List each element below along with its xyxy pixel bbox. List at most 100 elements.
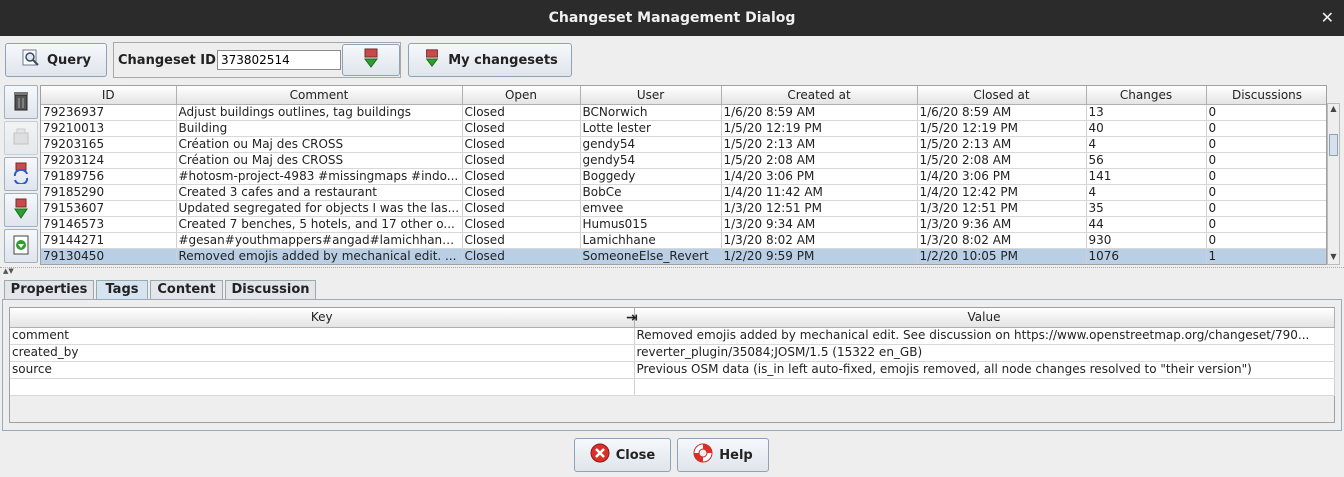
changesets-body: 79236937 Adjust buildings outlines, tag b… bbox=[41, 104, 1326, 264]
col-header-open[interactable]: Open bbox=[462, 86, 581, 105]
cell-id: 79236937 bbox=[41, 104, 177, 121]
cell-user: Boggedy bbox=[580, 168, 722, 185]
cell-user: gendy54 bbox=[580, 152, 722, 169]
table-row[interactable]: 79203124 Création ou Maj des CROSS Closed g… bbox=[41, 152, 1326, 169]
cell-closed-at: 1/3/20 9:36 AM bbox=[917, 216, 1087, 233]
cell-open: Closed bbox=[462, 184, 581, 201]
changeset-id-group: Changeset ID: bbox=[113, 42, 401, 78]
tags-table: Key ⇥ Value comment Removed emojis added … bbox=[9, 307, 1335, 423]
my-changesets-button[interactable]: My changesets bbox=[408, 43, 572, 77]
query-button[interactable]: Query bbox=[5, 43, 107, 77]
tab-properties[interactable]: Properties bbox=[4, 280, 94, 300]
col-header-id[interactable]: ID bbox=[41, 86, 177, 105]
col-header-changes[interactable]: Changes bbox=[1086, 86, 1207, 105]
cell-discussions: 0 bbox=[1206, 184, 1326, 201]
query-button-label: Query bbox=[46, 52, 91, 68]
changeset-id-input[interactable] bbox=[217, 50, 341, 70]
cell-open: Closed bbox=[462, 168, 581, 185]
table-row[interactable]: 79153607 Updated segregated for objects I… bbox=[41, 200, 1326, 217]
col-header-comment[interactable]: Comment bbox=[176, 86, 463, 105]
cell-created-at: 1/2/20 9:59 PM bbox=[721, 248, 918, 264]
cell-user: emvee bbox=[580, 200, 722, 217]
help-button[interactable]: Help bbox=[677, 438, 769, 472]
help-button-label: Help bbox=[719, 447, 753, 463]
table-row[interactable]: 79189756 #hotosm-project-4983 #missingmap… bbox=[41, 168, 1326, 185]
cell-closed-at: 1/3/20 12:51 PM bbox=[917, 200, 1087, 217]
col-header-closed-at[interactable]: Closed at bbox=[917, 86, 1087, 105]
cell-discussions: 1 bbox=[1206, 248, 1326, 264]
tags-panel: Key ⇥ Value comment Removed emojis added … bbox=[2, 299, 1342, 431]
cell-user: Lotte lester bbox=[580, 120, 722, 137]
cell-changes: 930 bbox=[1086, 232, 1207, 249]
col-header-created-at[interactable]: Created at bbox=[721, 86, 918, 105]
download-selected-button[interactable] bbox=[4, 193, 38, 227]
tag-row[interactable]: source Previous OSM data (is_in left auto… bbox=[10, 361, 1335, 379]
tag-value: reverter_plugin/35084;JOSM/1.5 (15322 en… bbox=[634, 344, 1335, 362]
tab-discussion[interactable]: Discussion bbox=[225, 280, 316, 300]
col-header-key[interactable]: Key ⇥ bbox=[10, 308, 638, 328]
cell-closed-at: 1/5/20 2:13 AM bbox=[917, 136, 1087, 153]
changesets-scrollbar[interactable]: ▲ ▼ bbox=[1327, 103, 1340, 265]
tag-value: Removed emojis added by mechanical edit.… bbox=[634, 327, 1335, 345]
cell-open: Closed bbox=[462, 136, 581, 153]
tag-row[interactable] bbox=[10, 378, 1335, 396]
cell-comment: #gesan#youthmappers#angad#lamichhane... bbox=[176, 232, 463, 249]
table-row[interactable]: 79130450 Removed emojis added by mechanic… bbox=[41, 248, 1326, 264]
cell-changes: 141 bbox=[1086, 168, 1207, 185]
cell-open: Closed bbox=[462, 200, 581, 217]
cell-changes: 35 bbox=[1086, 200, 1207, 217]
tag-value bbox=[634, 378, 1335, 396]
tag-row[interactable]: comment Removed emojis added by mechanica… bbox=[10, 327, 1335, 345]
col-header-discussions[interactable]: Discussions bbox=[1206, 86, 1326, 105]
cell-discussions: 0 bbox=[1206, 168, 1326, 185]
tag-value: Previous OSM data (is_in left auto-fixed… bbox=[634, 361, 1335, 379]
cell-open: Closed bbox=[462, 248, 581, 264]
cell-closed-at: 1/4/20 3:06 PM bbox=[917, 168, 1087, 185]
cell-created-at: 1/5/20 2:13 AM bbox=[721, 136, 918, 153]
tab-tags[interactable]: Tags bbox=[96, 280, 148, 300]
update-changeset-button[interactable] bbox=[4, 157, 38, 191]
table-row[interactable]: 79146573 Created 7 benches, 5 hotels, and… bbox=[41, 216, 1326, 233]
col-header-value[interactable]: Value bbox=[634, 308, 1335, 328]
reopen-changeset-button[interactable] bbox=[4, 121, 38, 155]
my-changesets-label: My changesets bbox=[448, 52, 558, 68]
col-header-user[interactable]: User bbox=[580, 86, 722, 105]
window-close-icon[interactable]: ✕ bbox=[1321, 8, 1334, 27]
changeset-id-label: Changeset ID: bbox=[118, 53, 222, 68]
cell-comment: Removed emojis added by mechanical edit.… bbox=[176, 248, 463, 264]
cell-id: 79203165 bbox=[41, 136, 177, 153]
table-row[interactable]: 79236937 Adjust buildings outlines, tag b… bbox=[41, 104, 1326, 121]
download-changeset-button[interactable] bbox=[342, 44, 400, 76]
cell-created-at: 1/3/20 12:51 PM bbox=[721, 200, 918, 217]
cell-id: 79203124 bbox=[41, 152, 177, 169]
tag-key: created_by bbox=[10, 344, 635, 362]
close-button[interactable]: Close bbox=[574, 438, 671, 472]
tag-row[interactable]: created_by reverter_plugin/35084;JOSM/1.5… bbox=[10, 344, 1335, 362]
split-arrows-icon[interactable]: ▲▼ bbox=[3, 267, 14, 275]
cell-comment: Created 3 cafes and a restaurant bbox=[176, 184, 463, 201]
split-pane-divider[interactable]: ▲▼ bbox=[0, 267, 1344, 275]
table-row[interactable]: 79185290 Created 3 cafes and a restaurant… bbox=[41, 184, 1326, 201]
cell-comment: Updated segregated for objects I was the… bbox=[176, 200, 463, 217]
scroll-down-icon[interactable]: ▼ bbox=[1328, 252, 1339, 264]
lifebuoy-icon bbox=[693, 443, 713, 467]
scroll-thumb[interactable] bbox=[1329, 134, 1338, 156]
table-row[interactable]: 79144271 #gesan#youthmappers#angad#lamich… bbox=[41, 232, 1326, 249]
scroll-up-icon[interactable]: ▲ bbox=[1328, 104, 1339, 116]
trash-icon bbox=[11, 90, 31, 115]
refresh-changeset-icon bbox=[11, 162, 31, 187]
my-changesets-icon bbox=[422, 48, 442, 72]
cell-discussions: 0 bbox=[1206, 120, 1326, 137]
close-changeset-button[interactable] bbox=[4, 85, 38, 119]
cell-closed-at: 1/4/20 12:42 PM bbox=[917, 184, 1087, 201]
table-row[interactable]: 79203165 Création ou Maj des CROSS Closed g… bbox=[41, 136, 1326, 153]
col-header-key-label: Key bbox=[310, 310, 333, 325]
tab-content[interactable]: Content bbox=[150, 280, 223, 300]
cell-id: 79146573 bbox=[41, 216, 177, 233]
cell-comment: Building bbox=[176, 120, 463, 137]
cell-changes: 44 bbox=[1086, 216, 1207, 233]
download-content-button[interactable] bbox=[4, 229, 38, 263]
table-row[interactable]: 79210013 Building Closed Lotte lester 1/5/20… bbox=[41, 120, 1326, 137]
close-button-label: Close bbox=[615, 447, 656, 463]
cell-discussions: 0 bbox=[1206, 200, 1326, 217]
